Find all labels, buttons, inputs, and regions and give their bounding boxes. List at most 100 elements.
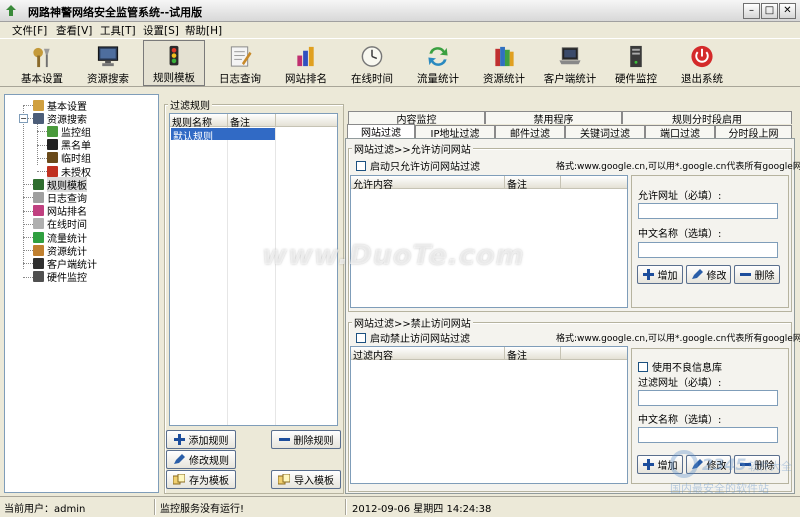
maximize-icon: □ <box>764 5 775 16</box>
allow-edit-button[interactable]: 修改 <box>686 265 731 284</box>
svg-text:软件大全: 软件大全 <box>748 459 792 473</box>
add-rule-button[interactable]: 添加规则 <box>166 430 236 449</box>
clock-icon <box>33 218 44 230</box>
tab-disabled-programs[interactable]: 禁用程序 <box>485 111 622 126</box>
toolbar-label: 退出系统 <box>681 73 723 85</box>
tree-item-11[interactable]: 流量统计 <box>33 231 87 245</box>
toolbar-resource-search[interactable]: 资源搜索 <box>77 40 139 86</box>
tree-item-6[interactable]: 未授权 <box>47 165 91 179</box>
tree-item-12[interactable]: 资源统计 <box>33 244 87 258</box>
column-header-note[interactable]: 备注 <box>228 114 276 129</box>
allow-only-checkbox[interactable]: 启动只允许访问网站过滤 <box>356 158 480 173</box>
allow-cn-input[interactable] <box>638 242 778 258</box>
tab-port-filter[interactable]: 端口过滤 <box>645 125 715 140</box>
tree-item-2[interactable]: 资源搜索 <box>33 112 87 126</box>
block-enable-checkbox[interactable]: 启动禁止访问网站过滤 <box>356 330 470 345</box>
block-list[interactable]: 过滤内容 备注 <box>350 346 628 484</box>
status-bar: 当前用户：admin 监控服务没有运行! 2012-09-06 星期四 14:2… <box>0 496 800 517</box>
bad-info-library-checkbox[interactable]: 使用不良信息库 <box>638 359 722 374</box>
tree-connector <box>23 105 33 106</box>
title-bar: 网路神警网络安全监管系统--试用版 – □ ✕ <box>0 0 800 22</box>
plus-icon <box>173 434 185 445</box>
column-header-allow-content[interactable]: 允许内容 <box>351 176 505 191</box>
menu-file[interactable]: 文件[F] <box>12 23 47 38</box>
block-cn-input[interactable] <box>638 427 778 443</box>
toolbar-client-stats[interactable]: 客户端统计 <box>539 40 601 86</box>
allow-format-hint: 格式:www.google.cn,可以用*.google.cn代表所有googl… <box>556 162 800 172</box>
refresh-arrows-icon <box>428 47 448 66</box>
toolbar-online-time[interactable]: 在线时间 <box>341 40 403 86</box>
power-icon <box>691 45 713 68</box>
tree-item-8[interactable]: 日志查询 <box>33 191 87 205</box>
tab-timed-rule-enable[interactable]: 规则分时段启用 <box>622 111 792 126</box>
bad-info-library-label: 使用不良信息库 <box>652 363 722 374</box>
tab-content-monitor[interactable]: 内容监控 <box>348 111 485 126</box>
tab-mail-filter[interactable]: 邮件过滤 <box>495 125 565 140</box>
menu-view[interactable]: 查看[V] <box>56 23 92 38</box>
chart-icon <box>297 46 314 67</box>
plus-icon <box>642 459 654 470</box>
toolbar-resource-stats[interactable]: 资源统计 <box>473 40 535 86</box>
delete-rule-button[interactable]: 删除规则 <box>271 430 341 449</box>
tree-item-3[interactable]: 监控组 <box>47 125 91 139</box>
tab-ip-filter[interactable]: IP地址过滤 <box>415 125 495 140</box>
tree-item-9[interactable]: 网站排名 <box>33 205 87 218</box>
block-list-header: 过滤内容 备注 <box>351 347 627 362</box>
column-header-block-note[interactable]: 备注 <box>505 347 561 362</box>
toolbar-rule-template[interactable]: 规则模板 <box>143 40 205 86</box>
menu-tools[interactable]: 工具[T] <box>100 23 136 38</box>
rule-row-selected[interactable]: 默认规则 <box>171 128 275 143</box>
allow-list-header: 允许内容 备注 <box>351 176 627 191</box>
allow-url-input[interactable] <box>638 203 778 219</box>
tree-item-4[interactable]: 黑名单 <box>47 139 91 152</box>
toolbar-basic-settings[interactable]: 基本设置 <box>11 40 73 86</box>
toolbar-log-query[interactable]: 日志查询 <box>209 40 271 86</box>
toolbar-exit-system[interactable]: 退出系统 <box>671 40 733 86</box>
save-template-label: 存为模板 <box>189 476 229 487</box>
status-current-user: 当前用户：admin <box>4 504 86 515</box>
settings-icon <box>33 47 50 68</box>
status-separator <box>345 499 347 515</box>
toolbar-hardware-monitor[interactable]: 硬件监控 <box>605 40 667 86</box>
tree-item-13[interactable]: 客户端统计 <box>33 257 97 271</box>
toolbar-label: 流量统计 <box>417 73 459 85</box>
rule-list-header: 规则名称 备注 <box>170 114 337 129</box>
allow-add-button[interactable]: 增加 <box>637 265 683 284</box>
minus-icon <box>278 438 290 441</box>
tree-connector <box>37 131 47 133</box>
menu-bar: 文件[F] 查看[V] 工具[T] 设置[S] 帮助[H] <box>0 22 800 38</box>
tab-keyword-filter[interactable]: 关键词过滤 <box>565 125 645 140</box>
tab-website-filter[interactable]: 网站过滤 <box>347 124 415 139</box>
minimize-icon: – <box>749 5 754 16</box>
minus-icon <box>739 273 751 276</box>
save-template-button[interactable]: 存为模板 <box>166 470 236 489</box>
maximize-button[interactable]: □ <box>761 3 778 19</box>
tree-expander[interactable]: − <box>19 114 28 124</box>
close-button[interactable]: ✕ <box>779 3 796 19</box>
import-template-button[interactable]: 导入模板 <box>271 470 341 489</box>
menu-settings[interactable]: 设置[S] <box>143 23 179 38</box>
tree-item-14[interactable]: 硬件监控 <box>33 271 87 284</box>
tree-item-7[interactable]: 规则模板 <box>33 176 87 192</box>
tree-item-5[interactable]: 临时组 <box>47 152 91 165</box>
edit-rule-button[interactable]: 修改规则 <box>166 450 236 469</box>
tree-item-10[interactable]: 在线时间 <box>33 218 87 231</box>
toolbar-traffic-stats[interactable]: 流量统计 <box>407 40 469 86</box>
minimize-button[interactable]: – <box>743 3 760 19</box>
tab-timed-browsing[interactable]: 分时段上网 <box>715 125 792 140</box>
column-header-filter-content[interactable]: 过滤内容 <box>351 347 505 362</box>
allow-delete-button[interactable]: 删除 <box>734 265 780 284</box>
menu-help[interactable]: 帮助[H] <box>185 23 222 38</box>
plus-icon <box>642 269 654 280</box>
user-black-icon <box>47 139 58 151</box>
allow-section-title: 网站过滤>>允许访问网站 <box>352 141 473 156</box>
column-header-allow-note[interactable]: 备注 <box>505 176 561 191</box>
tree-item-1[interactable]: 基本设置 <box>33 99 87 113</box>
books-icon <box>495 46 514 67</box>
checkbox-icon <box>356 161 366 171</box>
block-url-input[interactable] <box>638 390 778 406</box>
toolbar-website-ranking[interactable]: 网站排名 <box>275 40 337 86</box>
column-header-rule-name[interactable]: 规则名称 <box>170 114 228 129</box>
settings-icon <box>33 99 44 111</box>
close-icon: ✕ <box>783 5 792 16</box>
